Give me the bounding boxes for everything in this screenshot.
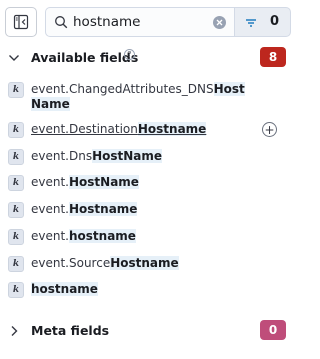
available-fields-title: Available fields [31, 50, 139, 65]
meta-fields-title: Meta fields [31, 323, 110, 338]
field-list-toolbar: 0 [4, 7, 291, 39]
keyword-type-icon: k [8, 282, 24, 298]
search-input[interactable] [73, 12, 203, 32]
keyword-type-icon: k [8, 256, 24, 272]
filter-icon [246, 19, 256, 27]
field-name[interactable]: event.ChangedAttributes_DNSHostName [31, 82, 251, 112]
field-name-match: Hostname [110, 256, 179, 270]
field-name[interactable]: event.DestinationHostname [31, 122, 251, 137]
keyword-type-icon: k [8, 82, 24, 98]
keyword-type-icon: k [8, 149, 24, 165]
clear-search-icon[interactable] [213, 16, 226, 29]
keyword-type-icon: k [8, 122, 24, 138]
field-name[interactable]: hostname [31, 282, 251, 297]
collapse-sidebar-button[interactable] [5, 7, 37, 37]
field-name-match: hostname [69, 229, 136, 243]
field-name-match: Hostname [137, 122, 207, 136]
add-field-icon[interactable]: + [262, 122, 277, 137]
available-fields-count: 8 [260, 47, 286, 67]
sidebar-collapse-icon [13, 14, 29, 30]
field-name-match: hostname [31, 282, 98, 296]
field-name[interactable]: event.SourceHostname [31, 256, 251, 271]
meta-fields-header[interactable]: Meta fields 0 [0, 318, 295, 344]
keyword-type-icon: k [8, 175, 24, 191]
field-name[interactable]: event.hostname [31, 229, 251, 244]
keyword-type-icon: k [8, 229, 24, 245]
field-name-prefix: event. [31, 202, 69, 216]
field-type-filter-button[interactable]: 0 [234, 7, 291, 37]
field-search [45, 7, 234, 37]
chevron-down-icon [9, 55, 19, 61]
search-icon [55, 16, 68, 29]
filter-count: 0 [270, 14, 280, 29]
chevron-right-icon [11, 326, 18, 336]
keyword-type-icon: k [8, 202, 24, 218]
field-name-prefix: event.ChangedAttributes_DNS [31, 82, 214, 96]
available-fields-header[interactable]: Available fields ? 8 [0, 45, 295, 71]
field-name-match: Hostname [69, 202, 138, 216]
field-name[interactable]: event.Hostname [31, 202, 251, 217]
help-icon[interactable]: ? [124, 49, 135, 60]
field-name-prefix: event.Source [31, 256, 111, 270]
field-name-match: HostName [92, 149, 163, 163]
field-name[interactable]: event.DnsHostName [31, 149, 251, 164]
field-name-prefix: event.Destination [31, 122, 138, 136]
meta-fields-count: 0 [260, 320, 286, 340]
field-name[interactable]: event.HostName [31, 175, 251, 190]
field-name-prefix: event.Dns [31, 149, 93, 163]
field-name-prefix: event. [31, 175, 69, 189]
field-name-prefix: event. [31, 229, 69, 243]
field-name-match: HostName [69, 175, 139, 189]
